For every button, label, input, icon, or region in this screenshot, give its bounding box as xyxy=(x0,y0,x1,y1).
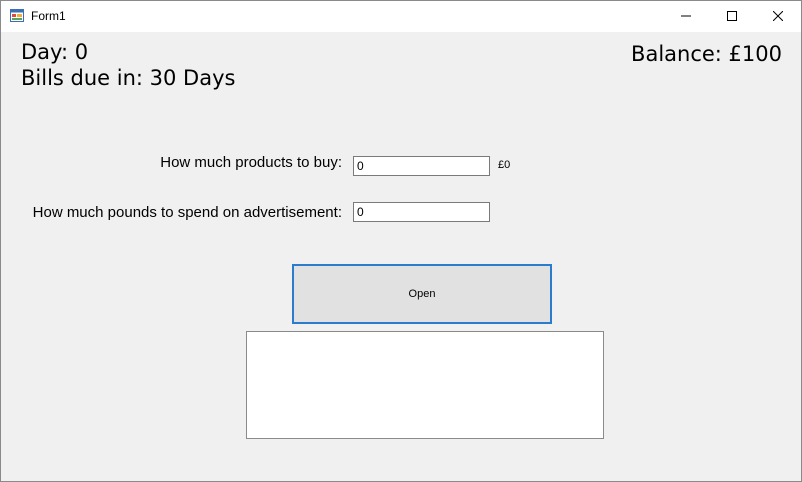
maximize-icon xyxy=(727,8,737,26)
bills-due-label: Bills due in: 30 Days xyxy=(21,66,236,90)
advertisement-label: How much pounds to spend on advertisemen… xyxy=(32,204,342,221)
output-box[interactable] xyxy=(246,331,604,439)
balance-label: Balance: £100 xyxy=(631,42,782,66)
app-window: Form1 Day: 0 Bills due in: 30 Days Balan… xyxy=(0,0,802,482)
advertisement-input[interactable]: 0 xyxy=(353,202,490,222)
title-bar[interactable]: Form1 xyxy=(1,1,801,32)
day-label: Day: 0 xyxy=(21,40,89,64)
products-label: How much products to buy: xyxy=(160,154,342,171)
products-input[interactable]: 0 xyxy=(353,156,490,176)
open-button[interactable]: Open xyxy=(292,264,552,324)
winforms-app-icon xyxy=(10,9,24,22)
products-cost-label: £0 xyxy=(498,159,511,171)
minimize-button[interactable] xyxy=(663,1,709,32)
maximize-button[interactable] xyxy=(709,1,755,32)
minimize-icon xyxy=(681,8,691,26)
window-title: Form1 xyxy=(31,9,66,23)
close-icon xyxy=(772,8,784,26)
close-button[interactable] xyxy=(755,1,801,32)
